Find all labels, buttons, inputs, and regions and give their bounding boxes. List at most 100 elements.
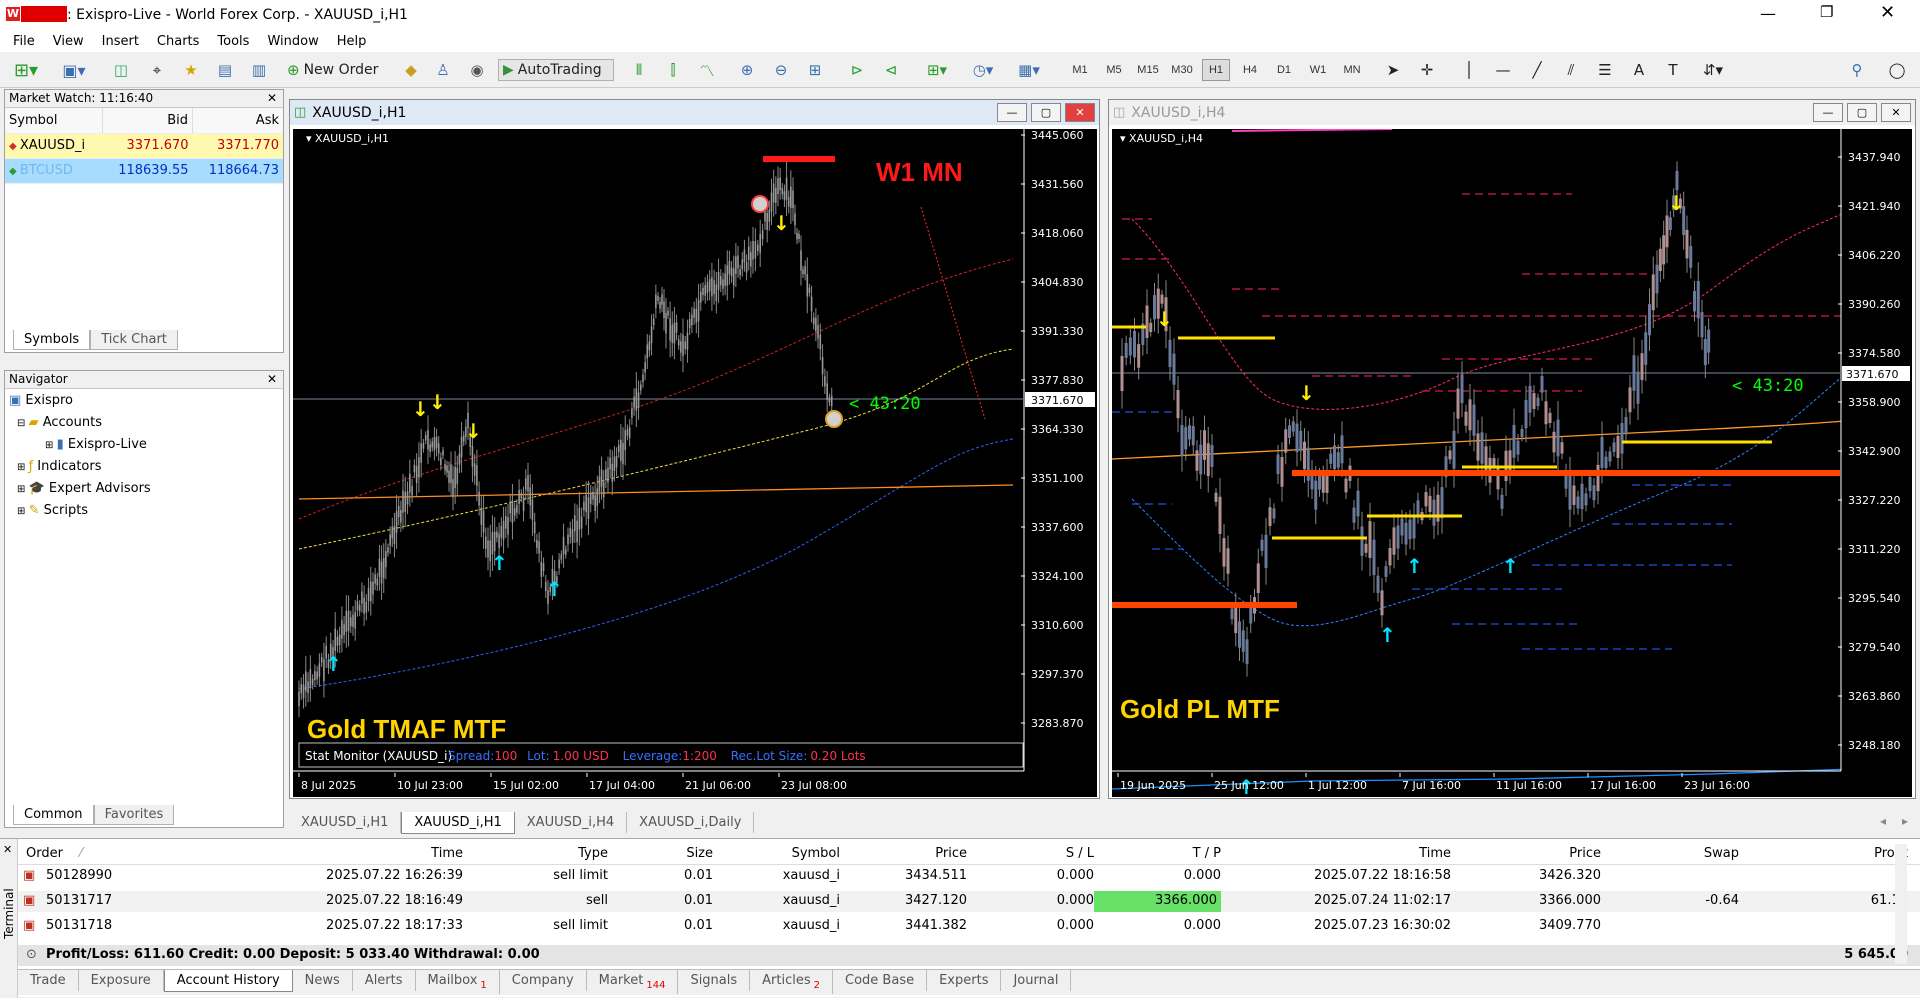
close-icon[interactable]: ✕ (3, 843, 12, 856)
tf-h4[interactable]: H4 (1236, 59, 1264, 81)
search-icon[interactable]: ⚲ (1846, 59, 1868, 81)
tab-tick-chart[interactable]: Tick Chart (90, 330, 178, 350)
horizontal-line-icon[interactable]: — (1492, 59, 1514, 81)
tf-m1[interactable]: M1 (1066, 59, 1094, 81)
col-order[interactable]: Order (26, 846, 63, 861)
col-price[interactable]: Price (840, 846, 967, 861)
col-type[interactable]: Type (463, 846, 608, 861)
periods-icon[interactable]: ◷▾ (966, 59, 1000, 81)
zoom-out-icon[interactable]: ⊖ (770, 59, 792, 81)
menu-file[interactable]: File (4, 34, 44, 49)
terminal-tab[interactable]: Exposure (79, 970, 164, 991)
minimize-icon[interactable]: — (1760, 4, 1776, 23)
terminal-tab[interactable]: Articles 2 (750, 970, 834, 994)
new-chart-icon[interactable]: ⊞▾ (8, 59, 44, 81)
tf-d1[interactable]: D1 (1270, 59, 1298, 81)
arrows-icon[interactable]: ⇵▾ (1696, 59, 1730, 81)
tab-scroll-left-icon[interactable]: ◂ (1880, 814, 1886, 828)
tf-m30[interactable]: M30 (1168, 59, 1196, 81)
metaeditor-icon[interactable]: ◆ (400, 59, 422, 81)
close-icon[interactable]: ✕ (1881, 103, 1911, 122)
col-tp[interactable]: T / P (1094, 846, 1221, 861)
terminal-tab[interactable]: Account History (163, 970, 293, 992)
templates-icon[interactable]: ▦▾ (1012, 59, 1046, 81)
terminal-icon[interactable]: ▤ (214, 59, 236, 81)
close-icon[interactable]: ✕ (267, 371, 277, 388)
table-row[interactable]: ▣ 50128990 2025.07.22 16:26:39 sell limit 0.… (18, 866, 1920, 887)
chart-tab[interactable]: XAUUSD_i,H1 (289, 812, 402, 833)
menu-tools[interactable]: Tools (208, 34, 258, 49)
menu-help[interactable]: Help (328, 34, 376, 49)
minimize-icon[interactable]: — (1813, 103, 1843, 122)
col-bid[interactable]: Bid (102, 108, 194, 134)
close-icon[interactable]: ✕ (267, 90, 277, 107)
menu-window[interactable]: Window (258, 34, 327, 49)
tab-scroll-right-icon[interactable]: ▸ (1902, 814, 1908, 828)
tree-root[interactable]: ▣ Exispro (9, 390, 283, 412)
col-symbol[interactable]: Symbol (713, 846, 840, 861)
bar-chart-icon[interactable]: ⫴ (628, 59, 650, 81)
crosshair-data-icon[interactable]: ⌖ (146, 59, 168, 81)
chart-shift-icon[interactable]: ⊲ (880, 59, 902, 81)
terminal-tab[interactable]: Journal (1001, 970, 1072, 991)
col-close-time[interactable]: Time (1221, 846, 1451, 861)
tab-symbols[interactable]: Symbols (13, 330, 91, 350)
chart-tab-active[interactable]: XAUUSD_i,H1 (401, 812, 515, 834)
terminal-tab[interactable]: Market 144 (587, 970, 679, 994)
tile-windows-icon[interactable]: ⊞ (804, 59, 826, 81)
tester-icon[interactable]: ▥ (248, 59, 270, 81)
navigator-icon[interactable]: ★ (180, 59, 202, 81)
cursor-icon[interactable]: ➤ (1382, 59, 1404, 81)
text-label-icon[interactable]: T (1662, 59, 1684, 81)
terminal-tab[interactable]: Mailbox 1 (416, 970, 500, 994)
chart-tab[interactable]: XAUUSD_i,Daily (627, 812, 755, 833)
restore-icon[interactable]: ❐ (1820, 3, 1833, 21)
tree-experts[interactable]: ⊞ 🎓 Expert Advisors (9, 478, 283, 500)
text-icon[interactable]: A (1628, 59, 1650, 81)
fibonacci-icon[interactable]: ☰ (1594, 59, 1616, 81)
menu-insert[interactable]: Insert (93, 34, 148, 49)
terminal-tab[interactable]: Code Base (833, 970, 928, 991)
market-row[interactable]: ◆ BTCUSD 118639.55 118664.73 (5, 158, 283, 184)
community-icon[interactable]: ◯ (1886, 59, 1908, 81)
tf-m15[interactable]: M15 (1134, 59, 1162, 81)
chart-h4-canvas[interactable]: ▾ XAUUSD_i,H4 ↓ ↓ ↓ ↑ ↑ ↑ ↑ Gold PL MTF … (1112, 129, 1912, 797)
menu-view[interactable]: View (44, 34, 93, 49)
menu-charts[interactable]: Charts (148, 34, 209, 49)
tf-m5[interactable]: M5 (1100, 59, 1128, 81)
col-size[interactable]: Size (608, 846, 713, 861)
col-swap[interactable]: Swap (1601, 846, 1739, 861)
table-row[interactable]: ▣ 50131717 2025.07.22 18:16:49 sell 0.01 xauu… (18, 891, 1920, 912)
terminal-tab[interactable]: Trade (18, 970, 79, 991)
autotrading-button[interactable]: ▶ AutoTrading (498, 59, 614, 81)
close-icon[interactable]: ✕ (1880, 2, 1895, 23)
terminal-tab[interactable]: Experts (927, 970, 1002, 991)
candlestick-icon[interactable]: ⫿ (662, 59, 684, 81)
maximize-icon[interactable]: ▢ (1847, 103, 1877, 122)
indicators-list-icon[interactable]: ⊞▾ (920, 59, 954, 81)
terminal-tab[interactable]: Company (500, 970, 587, 991)
col-close-price[interactable]: Price (1451, 846, 1601, 861)
terminal-tab[interactable]: News (293, 970, 353, 991)
col-sl[interactable]: S / L (967, 846, 1094, 861)
auto-scroll-icon[interactable]: ⊳ (846, 59, 868, 81)
terminal-tab[interactable]: Signals (678, 970, 751, 991)
market-watch-icon[interactable]: ◫ (110, 59, 132, 81)
line-chart-icon[interactable]: 〽 (696, 59, 718, 81)
tf-h1[interactable]: H1 (1202, 59, 1230, 81)
col-time[interactable]: Time (218, 846, 463, 861)
tab-favorites[interactable]: Favorites (93, 805, 175, 825)
crosshair-icon[interactable]: ✛ (1416, 59, 1438, 81)
channel-icon[interactable]: ⫽ (1560, 59, 1582, 81)
scrollbar[interactable] (1895, 844, 1907, 964)
profiles-icon[interactable]: ▣▾ (56, 59, 92, 81)
tree-account[interactable]: ⊞ ▮ Exispro-Live (9, 434, 283, 456)
tab-common[interactable]: Common (13, 805, 94, 825)
chart-tab[interactable]: XAUUSD_i,H4 (515, 812, 628, 833)
col-ask[interactable]: Ask (192, 108, 283, 134)
market-row[interactable]: ◆ XAUUSD_i 3371.670 3371.770 (5, 133, 283, 159)
vps-icon[interactable]: ◉ (466, 59, 488, 81)
chart-h1-canvas[interactable]: W1 MN Gold TMAF MTF < 43:20 ▾ XAUUSD_i,H… (293, 129, 1097, 797)
col-symbol[interactable]: Symbol (5, 108, 103, 134)
vertical-line-icon[interactable]: │ (1458, 59, 1480, 81)
